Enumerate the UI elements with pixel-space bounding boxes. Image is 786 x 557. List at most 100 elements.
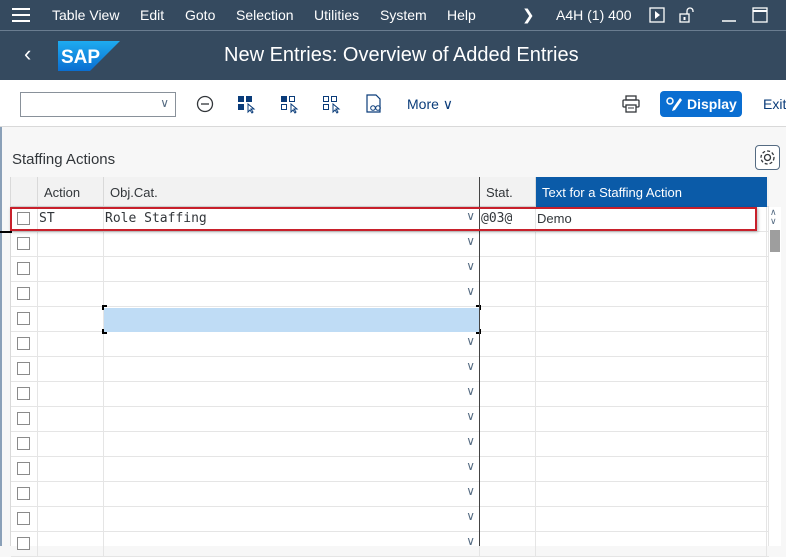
print-icon[interactable] <box>622 95 640 113</box>
select-all-icon[interactable] <box>237 94 257 114</box>
action-cell[interactable] <box>38 532 104 556</box>
table-row[interactable]: ∨ <box>11 432 769 457</box>
row-checkbox[interactable] <box>17 337 30 350</box>
chevron-right-icon[interactable]: ❯ <box>522 6 535 24</box>
row-checkbox[interactable] <box>17 437 30 450</box>
action-cell[interactable] <box>38 307 104 331</box>
display-button[interactable]: Display <box>660 91 742 117</box>
chevron-down-icon[interactable]: ∨ <box>466 484 475 498</box>
objcat-cell[interactable]: ∨ <box>104 482 480 506</box>
objcat-cell[interactable]: ∨ <box>104 407 480 431</box>
row-checkbox[interactable] <box>17 462 30 475</box>
row-checkbox[interactable] <box>17 537 30 550</box>
header-stat[interactable]: Stat. <box>480 177 536 207</box>
stat-cell[interactable] <box>480 532 536 556</box>
menu-goto[interactable]: Goto <box>185 7 215 23</box>
action-cell[interactable] <box>38 357 104 381</box>
text-cell[interactable] <box>536 432 767 456</box>
stat-cell[interactable]: @03@ <box>480 207 536 231</box>
menu-utilities[interactable]: Utilities <box>314 7 359 23</box>
action-cell[interactable]: ST <box>38 207 104 231</box>
action-cell[interactable] <box>38 457 104 481</box>
stat-cell[interactable] <box>480 482 536 506</box>
menu-help[interactable]: Help <box>447 7 476 23</box>
table-row[interactable]: ST Role Staffing ∨ @03@ Demo <box>11 207 769 232</box>
objcat-cell[interactable]: ∨ <box>104 532 480 556</box>
play-icon[interactable] <box>649 7 665 23</box>
text-cell[interactable]: Demo <box>536 207 767 231</box>
chevron-down-icon[interactable]: ∨ <box>160 96 169 110</box>
stat-cell[interactable] <box>480 382 536 406</box>
objcat-cell[interactable]: ∨ <box>104 357 480 381</box>
table-row[interactable]: ∨ <box>11 482 769 507</box>
header-objcat[interactable]: Obj.Cat. <box>104 177 480 207</box>
text-cell[interactable] <box>536 532 767 556</box>
text-cell[interactable] <box>536 232 767 256</box>
scroll-down-icon[interactable]: ∨ <box>770 216 777 227</box>
stat-cell[interactable] <box>480 332 536 356</box>
hamburger-menu-icon[interactable] <box>12 8 30 22</box>
command-field[interactable]: ∨ <box>20 92 176 117</box>
table-row[interactable]: ∨ <box>11 507 769 532</box>
minimize-icon[interactable] <box>721 7 737 23</box>
objcat-cell[interactable]: ∨ <box>104 457 480 481</box>
chevron-down-icon[interactable]: ∨ <box>466 434 475 448</box>
table-row[interactable]: ∨ <box>11 357 769 382</box>
row-checkbox[interactable] <box>17 237 30 250</box>
header-text[interactable]: Text for a Staffing Action <box>536 177 767 207</box>
header-action[interactable]: Action <box>38 177 104 207</box>
text-cell[interactable] <box>536 282 767 306</box>
remove-icon[interactable] <box>195 94 215 114</box>
action-cell[interactable] <box>38 232 104 256</box>
action-cell[interactable] <box>38 382 104 406</box>
action-cell[interactable] <box>38 332 104 356</box>
chevron-down-icon[interactable]: ∨ <box>466 209 475 223</box>
stat-cell[interactable] <box>480 457 536 481</box>
objcat-cell[interactable]: Role Staffing ∨ <box>104 207 480 231</box>
action-cell[interactable] <box>38 407 104 431</box>
document-view-icon[interactable] <box>364 94 384 114</box>
stat-cell[interactable] <box>480 257 536 281</box>
action-cell[interactable] <box>38 432 104 456</box>
vertical-scrollbar[interactable]: ∧ ∨ <box>768 207 781 546</box>
row-checkbox[interactable] <box>17 512 30 525</box>
exit-button[interactable]: Exit <box>763 96 786 112</box>
row-checkbox[interactable] <box>17 487 30 500</box>
chevron-down-icon[interactable]: ∨ <box>466 284 475 298</box>
row-checkbox[interactable] <box>17 412 30 425</box>
action-cell[interactable] <box>38 507 104 531</box>
action-cell[interactable] <box>38 282 104 306</box>
objcat-cell[interactable]: ∨ <box>104 257 480 281</box>
action-cell[interactable] <box>38 482 104 506</box>
text-cell[interactable] <box>536 382 767 406</box>
table-row[interactable]: ∨ <box>11 257 769 282</box>
chevron-down-icon[interactable]: ∨ <box>466 509 475 523</box>
objcat-cell[interactable]: ∨ <box>104 507 480 531</box>
table-row[interactable]: ∨ <box>11 282 769 307</box>
stat-cell[interactable] <box>480 357 536 381</box>
row-checkbox[interactable] <box>17 287 30 300</box>
chevron-down-icon[interactable]: ∨ <box>466 409 475 423</box>
chevron-down-icon[interactable]: ∨ <box>466 359 475 373</box>
select-block-icon[interactable] <box>280 94 300 114</box>
text-cell[interactable] <box>536 257 767 281</box>
text-cell[interactable] <box>536 307 767 331</box>
focused-cell[interactable] <box>104 308 479 332</box>
objcat-cell[interactable]: ∨ <box>104 332 480 356</box>
row-checkbox[interactable] <box>17 212 30 225</box>
row-checkbox[interactable] <box>17 262 30 275</box>
chevron-down-icon[interactable]: ∨ <box>466 259 475 273</box>
objcat-cell[interactable]: ∨ <box>104 382 480 406</box>
chevron-down-icon[interactable]: ∨ <box>466 334 475 348</box>
maximize-icon[interactable] <box>752 7 768 23</box>
back-icon[interactable]: ‹ <box>24 41 31 67</box>
table-row[interactable]: ∨ <box>11 332 769 357</box>
action-cell[interactable] <box>38 257 104 281</box>
more-button[interactable]: More ∨ <box>407 96 453 113</box>
stat-cell[interactable] <box>480 407 536 431</box>
stat-cell[interactable] <box>480 282 536 306</box>
chevron-down-icon[interactable]: ∨ <box>466 234 475 248</box>
chevron-down-icon[interactable]: ∨ <box>466 384 475 398</box>
menu-selection[interactable]: Selection <box>236 7 294 23</box>
table-settings-button[interactable] <box>755 145 780 170</box>
